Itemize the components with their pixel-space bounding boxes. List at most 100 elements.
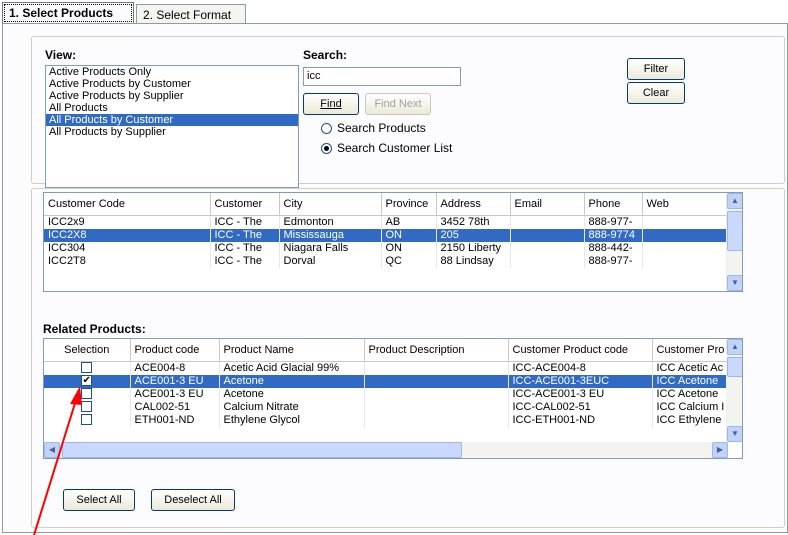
related-grid-hscroll[interactable]: ◀ ▶ <box>44 442 728 458</box>
scroll-up-icon[interactable]: ▲ <box>727 193 742 209</box>
selection-checkbox[interactable] <box>81 388 93 400</box>
customer-column-header[interactable]: Customer Code <box>44 193 211 216</box>
customer-cell <box>642 215 729 229</box>
selection-cell <box>44 387 131 401</box>
view-list-item[interactable]: Active Products Only <box>46 66 298 78</box>
related-column-header[interactable]: Product code <box>130 339 220 362</box>
customer-cell: 888-9774 <box>584 228 643 242</box>
customer-cell <box>510 228 585 242</box>
selection-checkbox[interactable] <box>81 362 93 374</box>
related-product-cell <box>364 374 509 388</box>
customer-cell: 888-977- <box>584 254 643 268</box>
related-column-header[interactable]: Customer Pro <box>652 339 729 362</box>
view-listbox[interactable]: Active Products Only Active Products by C… <box>45 65 299 188</box>
related-product-cell: ICC-ACE004-8 <box>508 361 653 375</box>
tab-panel: View: Active Products Only Active Product… <box>2 23 788 533</box>
related-products-grid[interactable]: Selection Product code Product Name Product… <box>43 338 743 459</box>
radio-search-products-label: Search Products <box>337 121 426 135</box>
related-product-row[interactable]: ✔ ACE001-3 EU Acetone ICC-ACE001-3EUC ICC Ac… <box>44 374 729 388</box>
customer-cell <box>642 254 729 268</box>
clear-button[interactable]: Clear <box>627 82 685 104</box>
scroll-up-icon[interactable]: ▲ <box>727 339 742 355</box>
radio-search-products[interactable] <box>321 123 332 134</box>
related-product-row[interactable]: CAL002-51 Calcium Nitrate ICC-CAL002-51 ICC… <box>44 400 729 414</box>
customer-cell: ICC304 <box>44 241 211 255</box>
customer-column-header[interactable]: City <box>279 193 382 216</box>
related-product-cell: ICC-ACE001-3EUC <box>508 374 653 388</box>
tab-select-products[interactable]: 1. Select Products <box>2 2 134 24</box>
customer-grid-vscroll[interactable]: ▲ ▼ <box>726 193 742 291</box>
scroll-down-icon[interactable]: ▼ <box>727 275 742 291</box>
related-column-header[interactable]: Product Description <box>364 339 509 362</box>
related-product-row[interactable]: ETH001-ND Ethylene Glycol ICC-ETH001-ND ICC… <box>44 413 729 427</box>
related-product-cell: ICC Acetone <box>652 387 729 401</box>
customer-row[interactable]: ICC2X8 ICC - The Mississauga ON 205 888-9774 <box>44 228 729 242</box>
selection-checkbox[interactable] <box>81 414 93 426</box>
radio-search-customers[interactable] <box>321 143 332 154</box>
related-product-cell <box>364 387 509 401</box>
view-list-item[interactable]: All Products <box>46 102 298 114</box>
view-label: View: <box>45 48 77 62</box>
related-column-header[interactable]: Product Name <box>219 339 365 362</box>
related-product-cell: Ethylene Glycol <box>219 413 365 427</box>
selection-cell <box>44 413 131 427</box>
filter-button[interactable]: Filter <box>627 58 685 80</box>
customer-cell: 88 Lindsay <box>436 254 511 268</box>
find-button[interactable]: Find <box>303 93 359 115</box>
view-list-item[interactable]: All Products by Customer <box>46 114 298 126</box>
related-product-cell: ACE004-8 <box>130 361 220 375</box>
customer-cell: 888-442- <box>584 241 643 255</box>
scroll-down-icon[interactable]: ▼ <box>727 426 742 442</box>
customer-cell: ICC2T8 <box>44 254 211 268</box>
customer-cell: Niagara Falls <box>279 241 382 255</box>
customer-cell: Dorval <box>279 254 382 268</box>
search-label: Search: <box>303 48 348 62</box>
customer-column-header[interactable]: Customer <box>210 193 280 216</box>
find-next-button[interactable]: Find Next <box>365 93 431 115</box>
related-product-row[interactable]: ACE004-8 Acetic Acid Glacial 99% ICC-ACE00… <box>44 361 729 375</box>
deselect-all-label: Deselect All <box>164 494 222 506</box>
selection-checkbox[interactable] <box>81 401 93 413</box>
related-product-row[interactable]: ACE001-3 EU Acetone ICC-ACE001-3 EU ICC Ace… <box>44 387 729 401</box>
view-list-item[interactable]: Active Products by Customer <box>46 78 298 90</box>
view-list-item[interactable]: Active Products by Supplier <box>46 90 298 102</box>
scroll-right-icon[interactable]: ▶ <box>712 442 728 458</box>
related-column-header[interactable]: Selection <box>44 339 131 362</box>
customer-cell <box>642 241 729 255</box>
scroll-thumb[interactable] <box>727 357 742 377</box>
related-product-cell: ICC Acetone <box>652 374 729 388</box>
related-column-header[interactable]: Customer Product code <box>508 339 653 362</box>
related-product-cell: ACE001-3 EU <box>130 374 220 388</box>
deselect-all-button[interactable]: Deselect All <box>151 489 235 511</box>
customer-column-header[interactable]: Address <box>436 193 511 216</box>
customer-row[interactable]: ICC2x9 ICC - The Edmonton AB 3452 78th 888-97… <box>44 215 729 229</box>
scroll-left-icon[interactable]: ◀ <box>44 442 60 458</box>
customer-cell: Mississauga <box>279 228 382 242</box>
customer-grid[interactable]: Customer Code Customer City Province Address… <box>43 192 743 292</box>
related-grid-vscroll[interactable]: ▲ ▼ <box>726 339 742 442</box>
customer-cell <box>510 241 585 255</box>
customer-column-header[interactable]: Province <box>381 193 437 216</box>
related-product-cell: ICC Acetic Ac <box>652 361 729 375</box>
related-product-cell: Acetone <box>219 374 365 388</box>
related-product-cell: ICC Calcium I <box>652 400 729 414</box>
select-all-button[interactable]: Select All <box>63 489 135 511</box>
selection-checkbox[interactable]: ✔ <box>81 375 93 387</box>
customer-row[interactable]: ICC304 ICC - The Niagara Falls ON 2150 Liber… <box>44 241 729 255</box>
view-list-item[interactable]: All Products by Supplier <box>46 126 298 138</box>
customer-cell: 2150 Liberty <box>436 241 511 255</box>
related-product-cell: Calcium Nitrate <box>219 400 365 414</box>
customer-cell: ICC - The <box>210 228 280 242</box>
scroll-thumb[interactable] <box>62 442 462 458</box>
customer-row[interactable]: ICC2T8 ICC - The Dorval QC 88 Lindsay 888-977… <box>44 254 729 268</box>
customer-cell: ICC2x9 <box>44 215 211 229</box>
customer-cell: 3452 78th <box>436 215 511 229</box>
scroll-thumb[interactable] <box>727 211 742 251</box>
related-product-cell <box>364 361 509 375</box>
customer-column-header[interactable]: Phone <box>584 193 643 216</box>
customer-column-header[interactable]: Email <box>510 193 585 216</box>
customer-column-header[interactable]: Web <box>642 193 729 216</box>
tab-select-format[interactable]: 2. Select Format <box>136 4 246 24</box>
search-input[interactable]: icc <box>303 67 461 86</box>
selection-cell: ✔ <box>44 374 131 388</box>
